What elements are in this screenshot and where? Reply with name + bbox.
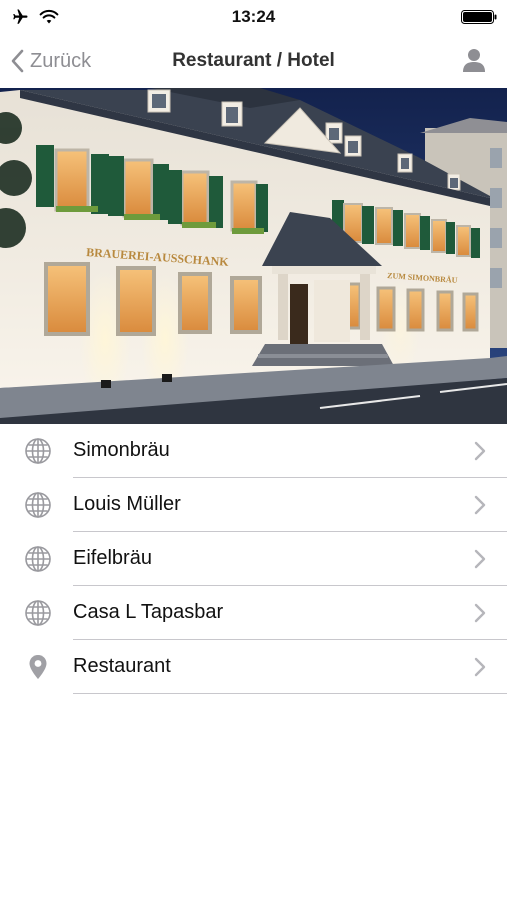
link-list: Simonbräu Louis Müller Eifelbräu Casa L … [0, 424, 507, 694]
list-item[interactable]: Casa L Tapasbar [0, 586, 507, 640]
list-item[interactable]: Louis Müller [0, 478, 507, 532]
separator [73, 693, 507, 694]
hero-image: BRAUEREI-AUSSCHANK ZUM SIMONBRÄU [0, 88, 507, 424]
list-item-label: Simonbräu [73, 439, 170, 461]
chevron-right-icon [474, 603, 486, 623]
chevron-right-icon [474, 657, 486, 677]
status-time: 13:24 [231, 7, 276, 26]
page-title: Restaurant / Hotel [172, 50, 335, 71]
chevron-right-icon [474, 441, 486, 461]
list-item[interactable]: Restaurant [0, 640, 507, 694]
globe-icon [25, 438, 51, 464]
list-item-label: Casa L Tapasbar [73, 601, 224, 623]
status-bar: 13:24 [0, 0, 507, 34]
building-photo: BRAUEREI-AUSSCHANK ZUM SIMONBRÄU [0, 88, 507, 424]
list-item-label: Louis Müller [73, 493, 181, 515]
globe-icon [25, 600, 51, 626]
chevron-right-icon [474, 495, 486, 515]
location-pin-icon [29, 655, 47, 679]
list-item[interactable]: Eifelbräu [0, 532, 507, 586]
list-item-label: Eifelbräu [73, 547, 152, 569]
list-item[interactable]: Simonbräu [0, 424, 507, 478]
chevron-right-icon [474, 549, 486, 569]
battery-icon [461, 10, 497, 24]
list-item-label: Restaurant [73, 655, 171, 677]
navigation-bar: Zurück Restaurant / Hotel [0, 34, 507, 88]
globe-icon [25, 492, 51, 518]
user-profile-icon[interactable] [461, 47, 487, 73]
globe-icon [25, 546, 51, 572]
